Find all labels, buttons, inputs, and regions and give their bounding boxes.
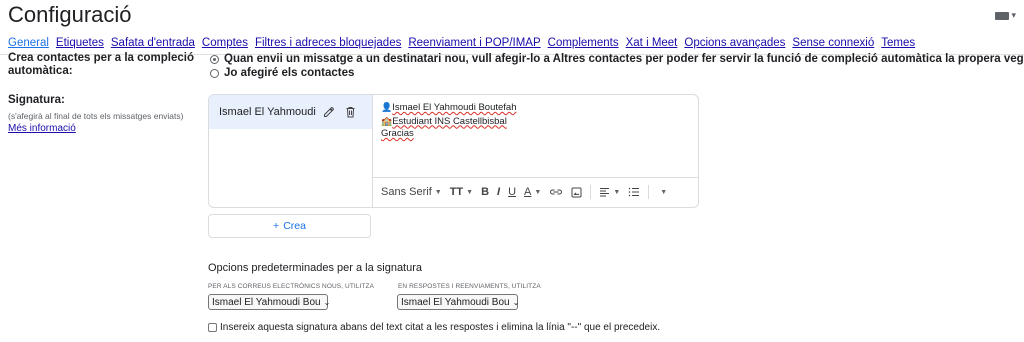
tab-advanced[interactable]: Opcions avançades	[684, 37, 785, 49]
link-icon	[550, 189, 563, 195]
tab-accounts[interactable]: Comptes	[202, 37, 248, 49]
settings-tabs: General Etiquetes Safata d'entrada Compt…	[8, 37, 922, 49]
create-signature-label: Crea	[283, 220, 306, 232]
align-left-icon	[600, 188, 610, 197]
toolbar-separator	[590, 185, 592, 199]
underline-button[interactable]: U	[508, 186, 516, 198]
numbered-list-icon	[629, 187, 640, 197]
text-size-icon: TT	[449, 186, 464, 198]
replies-signature-value: Ismael El Yahmoudi Bou	[401, 296, 510, 308]
tab-filters[interactable]: Filtres i adreces bloquejades	[255, 37, 401, 49]
font-size-select[interactable]: TT ▼	[450, 186, 473, 198]
person-icon: 👤	[381, 102, 393, 112]
chevron-down-icon: ⌄	[323, 297, 331, 307]
editor-line-closing-text: Gracias	[381, 128, 414, 139]
insert-before-quote-option[interactable]: Insereix aquesta signatura abans del tex…	[208, 322, 660, 333]
edit-icon[interactable]	[323, 106, 335, 118]
editor-toolbar: Sans Serif ▼ TT ▼ B I U A ▼ ▼ ▼	[373, 177, 698, 206]
font-family-select[interactable]: Sans Serif ▼	[381, 186, 442, 198]
tab-forwarding[interactable]: Reenviament i POP/IMAP	[408, 37, 540, 49]
page-title: Configuració	[8, 2, 132, 27]
bold-button[interactable]: B	[481, 186, 489, 198]
tab-labels[interactable]: Etiquetes	[56, 37, 104, 49]
radio-manual[interactable]	[210, 68, 219, 78]
create-signature-button[interactable]: + Crea	[208, 214, 371, 238]
dropdown-arrow-icon: ▼	[534, 188, 542, 196]
autocomplete-option-manual[interactable]: Jo afegiré els contactes	[210, 67, 354, 79]
new-emails-signature-value: Ismael El Yahmoudi Bou	[212, 296, 321, 308]
numbered-list-button[interactable]	[628, 187, 640, 197]
chevron-down-icon: ▾	[1011, 10, 1016, 20]
dropdown-arrow-icon: ▼	[434, 188, 442, 196]
signature-editor[interactable]: 👤Ismael El Yahmoudi Boutefah 🏫Estudiant …	[381, 101, 517, 141]
tab-chat-meet[interactable]: Xat i Meet	[626, 37, 678, 49]
text-color-button[interactable]: A ▼	[524, 186, 541, 198]
new-emails-caption: PER ALS CORREUS ELECTRÒNICS NOUS, UTILIT…	[208, 283, 375, 290]
keyboard-icon[interactable]: ▾	[995, 10, 1016, 21]
autocomplete-option-auto[interactable]: Quan envii un missatge a un destinatari …	[210, 53, 1024, 65]
editor-line-closing: Gracias	[381, 128, 517, 141]
trash-icon[interactable]	[345, 106, 356, 118]
editor-line-school-text: Estudiant INS Castellbisbal	[392, 115, 507, 127]
text-color-icon: A	[524, 186, 532, 198]
keyboard-glyph	[995, 11, 1010, 20]
tab-inbox[interactable]: Safata d'entrada	[111, 37, 195, 49]
tab-offline[interactable]: Sense connexió	[792, 37, 874, 49]
plus-icon: +	[273, 220, 280, 232]
insert-before-quote-label: Insereix aquesta signatura abans del tex…	[220, 322, 661, 333]
new-emails-signature-select[interactable]: Ismael El Yahmoudi Bou ⌄	[208, 294, 331, 310]
autocomplete-label-wrap: Crea contactes per a la compleció automà…	[8, 50, 198, 78]
signature-list-item[interactable]: Ismael El Yahmoudi B...	[209, 95, 372, 129]
toolbar-separator	[648, 185, 650, 199]
autocomplete-label: Crea contactes per a la compleció automà…	[8, 52, 194, 77]
chevron-down-icon: ⌄	[512, 297, 520, 307]
link-button[interactable]	[549, 187, 563, 197]
signature-defaults-title: Opcions predeterminades per a la signatu…	[208, 262, 423, 274]
signature-note: (s'afegirà al final de tots els missatge…	[8, 111, 184, 121]
radio-auto[interactable]	[210, 54, 219, 64]
image-button[interactable]	[571, 187, 582, 198]
tab-general[interactable]: General	[8, 37, 49, 49]
tab-themes[interactable]: Temes	[881, 37, 915, 49]
replies-caption: EN RESPOSTES I REENVIAMENTS, UTILITZA	[398, 283, 541, 290]
replies-signature-select[interactable]: Ismael El Yahmoudi Bou ⌄	[397, 294, 520, 310]
autocomplete-option-manual-label: Jo afegiré els contactes	[224, 67, 355, 79]
signature-panel: Ismael El Yahmoudi B... 👤Ismael El Yahmo…	[208, 94, 699, 208]
dropdown-arrow-icon: ▼	[613, 188, 621, 196]
more-formatting-button[interactable]: ▼	[657, 189, 667, 196]
more-options-icon: ▼	[660, 188, 668, 196]
dropdown-arrow-icon: ▼	[466, 188, 474, 196]
editor-line-school: 🏫Estudiant INS Castellbisbal	[381, 115, 517, 129]
italic-button[interactable]: I	[497, 186, 500, 198]
editor-line-name-text: Ismael El Yahmoudi Boutefah	[392, 102, 517, 113]
school-icon: 🏫	[381, 115, 393, 126]
insert-before-quote-checkbox[interactable]	[208, 323, 217, 332]
signature-list: Ismael El Yahmoudi B...	[209, 95, 373, 207]
signature-name: Ismael El Yahmoudi B...	[219, 106, 317, 118]
editor-line-name: 👤Ismael El Yahmoudi Boutefah	[381, 101, 517, 115]
image-icon	[571, 187, 582, 197]
autocomplete-option-auto-label: Quan envii un missatge a un destinatari …	[224, 53, 1024, 65]
more-info-link[interactable]: Més informació	[8, 123, 76, 134]
tab-addons[interactable]: Complements	[548, 37, 619, 49]
align-button[interactable]: ▼	[599, 187, 620, 197]
signature-label: Signatura:	[8, 94, 65, 106]
